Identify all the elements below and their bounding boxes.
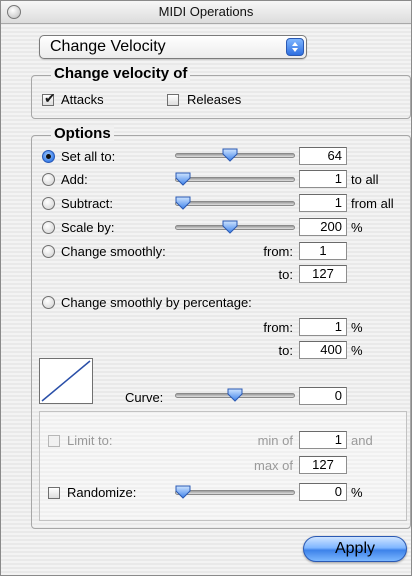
subtract-label: Subtract: xyxy=(61,196,114,211)
change-smoothly-pct-label: Change smoothly by percentage: xyxy=(61,295,252,310)
change-smoothly-from-field[interactable]: 1 xyxy=(299,242,347,260)
randomize-slider[interactable] xyxy=(175,490,295,495)
change-velocity-legend: Change velocity of xyxy=(51,65,191,82)
curve-field[interactable]: 0 xyxy=(299,387,347,405)
limit-checkbox[interactable] xyxy=(48,435,60,447)
change-smoothly-label: Change smoothly: xyxy=(61,244,166,259)
change-smoothly-pct-to-label: to: xyxy=(278,343,293,358)
set-all-field[interactable]: 64 xyxy=(299,147,347,165)
apply-button[interactable]: Apply xyxy=(303,536,407,562)
change-smoothly-from-label: from: xyxy=(263,244,293,259)
scale-radio[interactable] xyxy=(42,221,55,234)
add-slider[interactable] xyxy=(175,177,295,182)
change-smoothly-to-label: to: xyxy=(278,267,293,282)
limit-max-label: max of xyxy=(253,458,293,473)
change-smoothly-pct-from-suffix: % xyxy=(351,320,363,335)
title-bar[interactable]: MIDI Operations xyxy=(1,1,411,24)
change-smoothly-radio[interactable] xyxy=(42,245,55,258)
randomize-checkbox[interactable] xyxy=(48,487,60,499)
limit-panel xyxy=(39,411,407,521)
limit-max-field[interactable]: 127 xyxy=(299,456,347,474)
slider-thumb[interactable] xyxy=(175,172,191,186)
slider-thumb[interactable] xyxy=(175,196,191,210)
subtract-radio[interactable] xyxy=(42,197,55,210)
add-label: Add: xyxy=(61,172,88,187)
set-all-label: Set all to: xyxy=(61,149,116,164)
add-suffix: to all xyxy=(351,172,379,187)
add-field[interactable]: 1 xyxy=(299,170,347,188)
limit-and-label: and xyxy=(351,433,373,448)
releases-checkbox[interactable] xyxy=(167,94,179,106)
change-smoothly-pct-radio[interactable] xyxy=(42,296,55,309)
subtract-slider[interactable] xyxy=(175,201,295,206)
curve-label: Curve: xyxy=(125,390,164,405)
slider-thumb[interactable] xyxy=(222,220,238,234)
change-smoothly-to-field[interactable]: 127 xyxy=(299,265,347,283)
window-title: MIDI Operations xyxy=(158,4,254,19)
curve-preview xyxy=(39,358,93,404)
subtract-field[interactable]: 1 xyxy=(299,194,347,212)
set-all-radio[interactable] xyxy=(42,150,55,163)
releases-label: Releases xyxy=(187,92,242,107)
change-smoothly-pct-from-field[interactable]: 1 xyxy=(299,318,347,336)
change-smoothly-pct-to-suffix: % xyxy=(351,343,363,358)
change-smoothly-pct-to-field[interactable]: 400 xyxy=(299,341,347,359)
limit-label: Limit to: xyxy=(67,433,113,448)
limit-min-field[interactable]: 1 xyxy=(299,431,347,449)
limit-min-label: min of xyxy=(257,433,293,448)
checkmark-icon: ✔ xyxy=(44,90,56,106)
subtract-suffix: from all xyxy=(351,196,394,211)
change-smoothly-pct-from-label: from: xyxy=(263,320,293,335)
scale-field[interactable]: 200 xyxy=(299,218,347,236)
add-radio[interactable] xyxy=(42,173,55,186)
randomize-label: Randomize: xyxy=(67,485,137,500)
attacks-label: Attacks xyxy=(61,92,104,107)
operation-popup[interactable]: Change Velocity xyxy=(39,35,307,59)
curve-line-icon xyxy=(41,360,91,402)
attacks-checkbox[interactable]: ✔ xyxy=(42,90,56,106)
midi-operations-window: MIDI Operations Change Velocity Change v… xyxy=(0,0,412,576)
randomize-field[interactable]: 0 xyxy=(299,483,347,501)
scale-label: Scale by: xyxy=(61,220,115,235)
operation-popup-label: Change Velocity xyxy=(50,38,166,55)
slider-thumb[interactable] xyxy=(222,148,238,162)
options-legend: Options xyxy=(51,125,114,142)
popup-arrows-icon xyxy=(286,38,304,56)
slider-thumb[interactable] xyxy=(175,485,191,499)
slider-thumb[interactable] xyxy=(227,388,243,402)
randomize-suffix: % xyxy=(351,485,363,500)
scale-suffix: % xyxy=(351,220,363,235)
